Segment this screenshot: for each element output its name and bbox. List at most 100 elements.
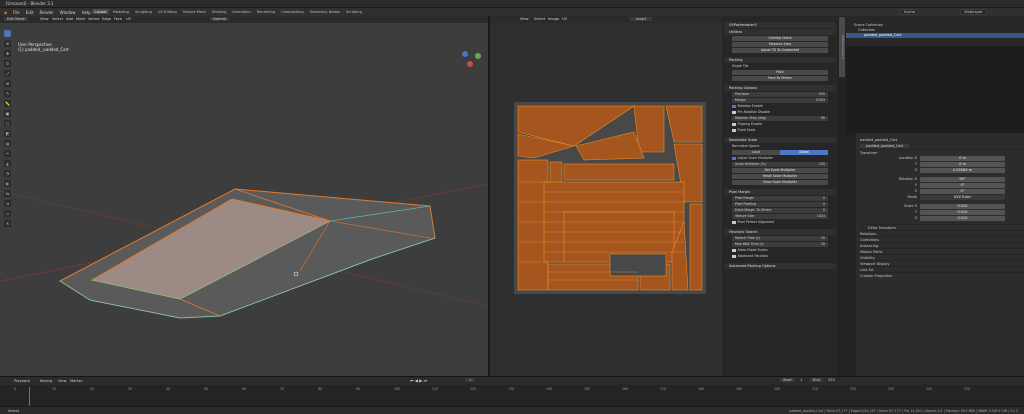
tab-texture-paint[interactable]: Texture Paint — [180, 9, 208, 14]
tab-scripting[interactable]: Scripting — [343, 9, 364, 14]
margin-label: Margin — [735, 98, 746, 102]
mixed-scales-checkbox[interactable]: Allow Mixed Scales — [732, 248, 828, 253]
texture-size-field[interactable]: Texture Size 1024 — [732, 214, 828, 219]
timeline-tick: 60 — [242, 387, 247, 391]
image-selector[interactable]: map1 — [630, 17, 653, 21]
tab-uvpackmaster[interactable]: UVPackmaster3 — [839, 17, 845, 77]
reset-scale-button[interactable]: Reset Scale Multiplier — [732, 174, 828, 179]
rotation-mode-dropdown[interactable]: XYZ Euler — [920, 194, 1005, 200]
row-value[interactable]: 0.010 — [920, 209, 1005, 215]
overlap-check-button[interactable]: Overlap Check — [732, 36, 828, 41]
uv-canvas[interactable] — [514, 102, 706, 294]
tab-animation[interactable]: Animation — [230, 9, 253, 14]
window-title: [Unsaved] - Blender 3.1 — [6, 1, 54, 6]
rotation-step-field[interactable]: Rotation Step (deg) 90 — [732, 116, 828, 121]
row-value[interactable]: 0.010 — [920, 215, 1005, 221]
section-advanced[interactable]: Advanced Packing Options — [724, 263, 836, 269]
start-label[interactable]: Start — [780, 378, 795, 382]
current-frame-field[interactable]: 1 — [465, 378, 476, 382]
tab-rendering[interactable]: Rendering — [254, 9, 277, 14]
section-utilities[interactable]: Utilities — [724, 29, 836, 35]
packing-mode[interactable]: Single Tile — [732, 64, 828, 69]
object-name[interactable]: padded_padded_Cart — [860, 138, 897, 142]
checkbox-icon — [732, 104, 736, 109]
tab-geometry-nodes[interactable]: Geometry Nodes — [307, 9, 342, 14]
pixel-padding-field[interactable]: Pixel Padding 0 — [732, 202, 828, 207]
fixed-scale-checkbox[interactable]: Fixed Scale — [732, 128, 828, 133]
section-pixel-margin[interactable]: Pixel Margin — [724, 189, 836, 195]
checkbox-icon — [732, 122, 736, 127]
measure-area-button[interactable]: Measure Area — [732, 42, 828, 47]
view-layer-selector[interactable]: ViewLayer — [960, 9, 987, 15]
section-heuristic[interactable]: Heuristic Search — [724, 229, 836, 235]
flipping-checkbox[interactable]: Flipping Enable — [732, 122, 828, 127]
custom-properties-section[interactable]: Custom Properties — [860, 272, 1024, 278]
advanced-heuristic-checkbox[interactable]: Advanced Heuristic — [732, 254, 828, 259]
tab-uv-editing[interactable]: UV Editing — [155, 9, 179, 14]
field-label: Max Wait Time (s) — [735, 242, 764, 246]
search-time-field[interactable]: Search Time (s) 10 — [732, 236, 828, 241]
menu-window[interactable]: Window — [60, 10, 76, 15]
row-value[interactable]: 0.55589 m — [920, 167, 1005, 173]
pack-to-others-button[interactable]: Pack To Others — [732, 76, 828, 81]
object-data-name[interactable]: padded_padded_Cart — [860, 144, 910, 148]
set-scale-button[interactable]: Set Scale Multiplier — [732, 168, 828, 173]
extra-margin-field[interactable]: Extra Margin To Others 0 — [732, 208, 828, 213]
menu-render[interactable]: Render — [40, 10, 54, 15]
tab-layout[interactable]: Layout — [92, 9, 110, 14]
pixel-margin-field[interactable]: Pixel Margin 0 — [732, 196, 828, 201]
timeline-tick: 170 — [660, 387, 667, 391]
tab-compositing[interactable]: Compositing — [279, 9, 307, 14]
section-packing-options[interactable]: Packing Options — [724, 85, 836, 91]
rotation-enable-checkbox[interactable]: Rotation Enable — [732, 104, 828, 109]
row-value[interactable]: 0.010 — [920, 203, 1005, 209]
precision-field[interactable]: Precision 500 — [732, 92, 828, 97]
scene-selector[interactable]: Scene — [900, 9, 919, 15]
section-normalize-scale[interactable]: Normalize Scale — [724, 137, 836, 143]
adjust-scale-checkbox[interactable]: Adjust Scale Multiplier — [732, 156, 828, 161]
row-value[interactable]: 0° — [920, 182, 1005, 188]
menu-file[interactable]: File — [13, 10, 20, 15]
scale-multiplier-field[interactable]: Scale Multiplier (%) 100 — [732, 162, 828, 167]
row-value[interactable]: 90° — [920, 176, 1005, 182]
row-label: Mode — [907, 195, 917, 199]
pre-rotation-checkbox[interactable]: Pre-Rotation Disable — [732, 110, 828, 115]
max-wait-field[interactable]: Max Wait Time (s) 10 — [732, 242, 828, 247]
playback-controls-icon[interactable]: ⏮ ◀ ▶ ⏭ — [410, 378, 427, 383]
menu-edit[interactable]: Edit — [26, 10, 34, 15]
tab-modeling[interactable]: Modeling — [110, 9, 131, 14]
pack-button[interactable]: Pack — [732, 70, 828, 75]
menu-help[interactable]: Help — [82, 10, 91, 15]
adjust-td-button[interactable]: Adjust TD To Unselected — [732, 48, 828, 53]
uv-menu-uv[interactable]: UV — [562, 17, 567, 21]
row-value[interactable]: 0° — [920, 188, 1005, 194]
space-local-button[interactable]: Local — [732, 150, 780, 155]
tab-sculpting[interactable]: Sculpting — [133, 9, 155, 14]
outliner-object[interactable]: padded_padded_Cart — [846, 33, 1024, 38]
uv-menu-image[interactable]: Image — [548, 17, 559, 21]
space-global-button[interactable]: Global — [780, 150, 828, 155]
timeline-tick: 200 — [774, 387, 781, 391]
timeline[interactable]: Playback Keying View Marker ⏮ ◀ ▶ ⏭ 1 St… — [0, 376, 1024, 407]
playback-menu[interactable]: Playback — [14, 379, 30, 383]
show-scale-button[interactable]: Show Scale Multiplier — [732, 180, 828, 185]
end-label[interactable]: End — [810, 378, 823, 382]
row-value[interactable]: 0 m — [920, 155, 1005, 161]
keying-menu[interactable]: Keying — [40, 379, 52, 383]
blender-logo-icon[interactable]: ◆ — [4, 10, 7, 15]
margin-field[interactable]: Margin 0.003 — [732, 98, 828, 103]
view-menu[interactable]: View — [58, 379, 67, 383]
uv-menu-view[interactable]: View — [520, 17, 529, 21]
3d-viewport[interactable]: Edit Mode View Select Add Mesh Vertex Ed… — [0, 16, 488, 376]
section-packing[interactable]: Packing — [724, 57, 836, 63]
row-value[interactable]: 0 m — [920, 161, 1005, 167]
timeline-tick: 150 — [584, 387, 591, 391]
marker-menu[interactable]: Marker — [70, 379, 82, 383]
checkbox-icon — [732, 110, 736, 115]
pixel-perfect-checkbox[interactable]: Pixel Perfect Alignment — [732, 220, 828, 225]
start-frame-value[interactable]: 1 — [800, 378, 802, 382]
playhead[interactable] — [29, 387, 30, 407]
tab-shading[interactable]: Shading — [209, 9, 229, 14]
uv-menu-select[interactable]: Select — [534, 17, 545, 21]
end-frame-value[interactable]: 250 — [828, 378, 835, 382]
